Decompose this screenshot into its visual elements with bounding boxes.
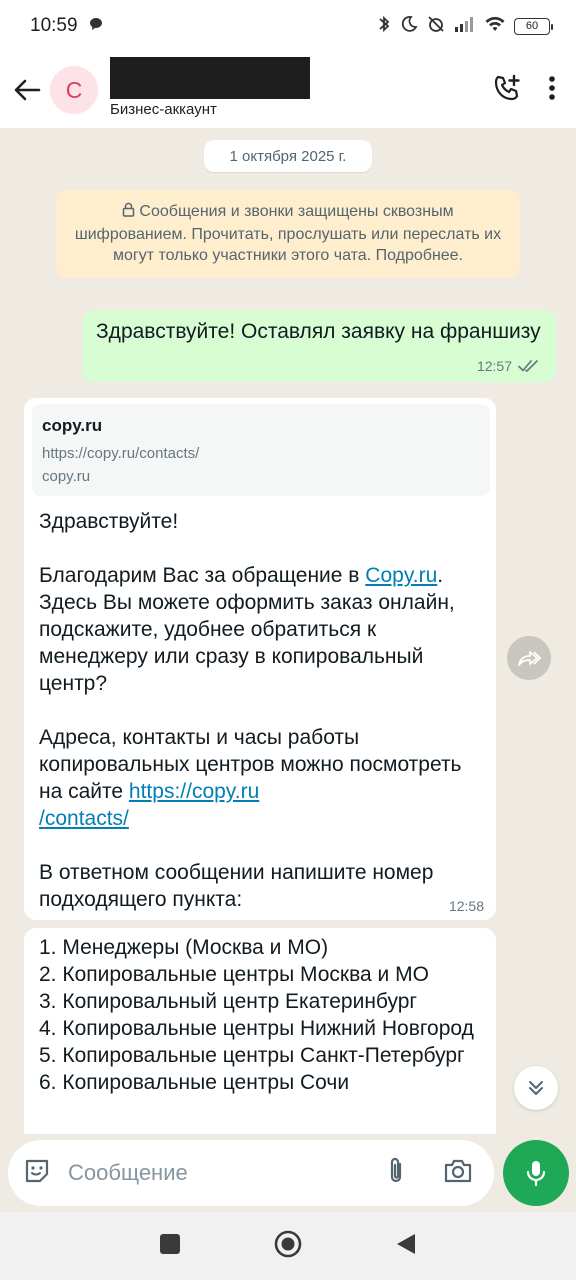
contact-title-block[interactable]: Бизнес-аккаунт [110,56,310,118]
message-placeholder: Сообщение [68,1160,188,1185]
contact-subtitle: Бизнес-аккаунт [110,100,217,118]
add-call-button[interactable] [492,73,522,108]
chat-area[interactable]: 1 октября 2025 г. Сообщения и звонки защ… [0,128,576,1134]
menu-option: 6. Копировальные центры Сочи [39,1071,350,1094]
double-check-icon [518,360,538,372]
alarm-off-icon [426,14,446,39]
preview-title: copy.ru [42,416,103,435]
preview-domain: copy.ru [42,468,91,485]
outgoing-time: 12:57 [476,358,512,374]
greeting-text: Здравствуйте! [39,510,179,533]
incoming-time: 12:58 [448,898,484,914]
scroll-down-icon [529,1081,543,1095]
link-preview[interactable]: copy.ru https://copy.ru/contacts/ copy.r… [32,404,490,496]
home-circle-icon [274,1230,302,1257]
paragraph-reply: В ответном сообщении напишите номер подх… [39,861,434,911]
contacts-link-cont[interactable]: /contacts/ [39,807,129,830]
home-button[interactable] [273,1229,303,1264]
attach-icon [390,1157,402,1182]
notification-chat-icon [88,16,104,37]
dnd-moon-icon [400,15,418,38]
back-button[interactable] [4,67,50,113]
recents-button[interactable] [159,1233,181,1260]
voice-record-button[interactable] [503,1140,569,1206]
lock-icon [122,202,135,224]
battery-indicator: 60 [514,17,553,35]
outgoing-text: Здравствуйте! Оставлял заявку на франшиз… [96,320,541,343]
mic-icon [526,1161,546,1187]
message-body: Здравствуйте! Благодарим Вас за обращени… [39,508,489,913]
menu-option: 5. Копировальные центры Санкт-Петербург [39,1044,465,1067]
copy-ru-link[interactable]: Copy.ru [365,564,437,587]
back-nav-button[interactable] [395,1232,417,1261]
encryption-notice[interactable]: Сообщения и звонки защищены сквозным шиф… [56,190,520,278]
message-meta: 12:57 [477,358,540,374]
menu-option: 3. Копировальный центр Екатеринбург [39,990,418,1013]
forward-icon [518,651,541,666]
attach-button[interactable] [386,1156,406,1191]
preview-url: https://copy.ru/contacts/ [42,445,200,462]
status-bar: 10:59 60 [0,0,576,52]
composer-bar: Сообщение [0,1134,576,1212]
bluetooth-icon [376,14,392,39]
avatar-initial: C [65,76,83,103]
paragraph-thanks: Благодарим Вас за обращение в Copy.ru. З… [39,562,489,697]
message-input[interactable]: Сообщение [8,1140,494,1206]
paragraph-addresses: Адреса, контакты и часы работы копировал… [39,724,489,832]
menu-option: 4. Копировальные центры Нижний Новгород [39,1017,474,1040]
outgoing-message[interactable]: Здравствуйте! Оставлял заявку на франшиз… [82,310,556,382]
signal-icon [454,15,476,38]
sticker-icon [25,1159,49,1182]
back-arrow-icon [14,79,41,101]
incoming-message[interactable]: copy.ru https://copy.ru/contacts/ copy.r… [24,398,496,920]
chat-header: C Бизнес-аккаунт [0,52,576,128]
redacted-contact-name [110,56,310,99]
system-nav-bar [0,1212,576,1280]
back-triangle-icon [397,1233,415,1254]
wifi-icon [484,15,506,38]
date-chip: 1 октября 2025 г. [204,140,372,172]
menu-option: 1. Менеджеры (Москва и МО) [39,936,329,959]
forward-button[interactable] [507,636,551,680]
more-options-button[interactable] [548,75,556,106]
camera-button[interactable] [442,1157,474,1190]
sticker-button[interactable] [22,1156,52,1191]
recents-square-icon [160,1233,180,1254]
scroll-down-button[interactable] [514,1066,558,1110]
camera-icon [444,1159,472,1182]
more-vert-icon [549,75,555,100]
avatar[interactable]: C [50,66,98,114]
contacts-link[interactable]: https://copy.ru [129,780,259,803]
encryption-text: Сообщения и звонки защищены сквозным шиф… [74,203,502,264]
menu-option: 2. Копировальные центры Москва и МО [39,963,429,986]
incoming-menu-message[interactable]: 1. Менеджеры (Москва и МО) 2. Копироваль… [24,928,496,1134]
text-span: Благодарим Вас за обращение в [39,564,366,587]
status-time: 10:59 [30,15,78,36]
add-call-icon [494,74,520,100]
